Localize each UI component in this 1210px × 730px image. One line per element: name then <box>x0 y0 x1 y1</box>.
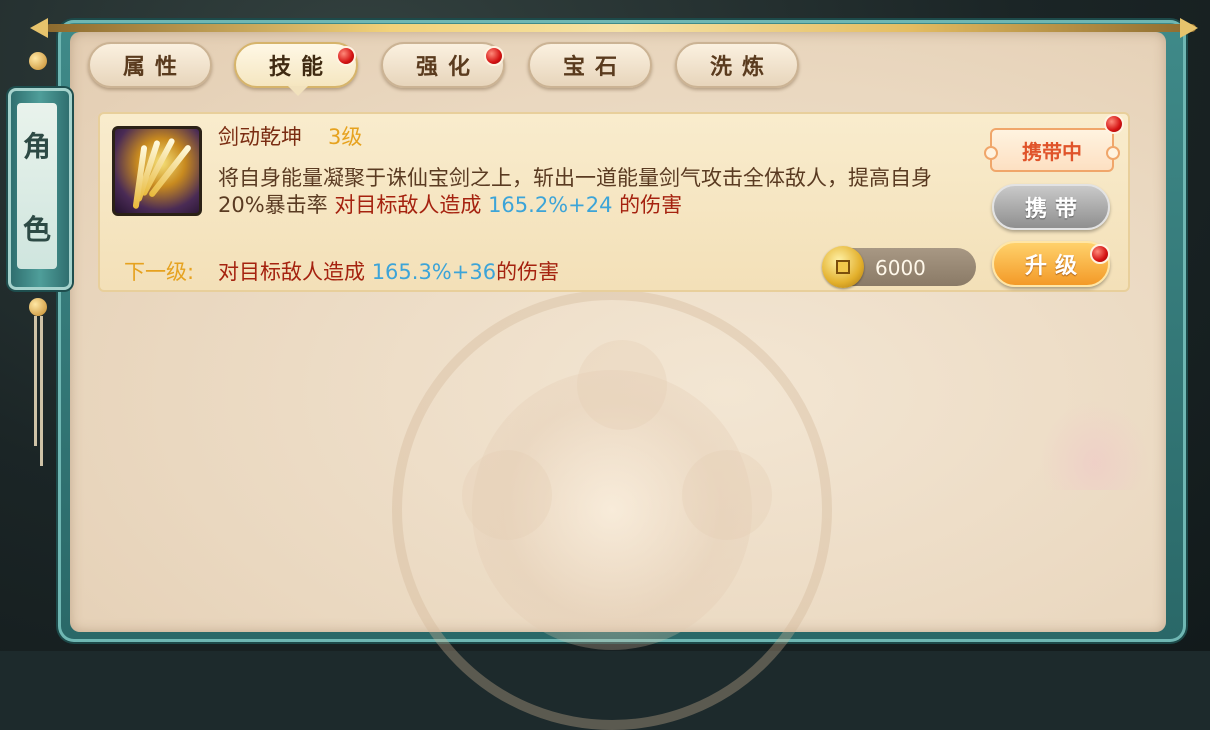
tab-label: 洗炼 <box>709 55 774 80</box>
skill-name: 剑动乾坤 <box>218 125 302 149</box>
desc-value: 165.2%+24 <box>488 193 613 217</box>
tassel <box>34 316 37 446</box>
badge-label: 携带中 <box>1022 139 1082 164</box>
role-tab-inner: 角 色 <box>17 103 57 269</box>
decorative-medallion <box>392 290 832 730</box>
next-effect: 对目标敌人造成 <box>218 260 365 284</box>
skill-level: 3级 <box>328 125 363 149</box>
gold-coin-icon <box>822 246 864 288</box>
upgrade-button-label: 升级 <box>1024 254 1085 279</box>
notification-dot <box>484 46 504 66</box>
notification-dot <box>336 46 356 66</box>
tab-label: 技能 <box>268 55 333 80</box>
role-tab[interactable]: 角 色 <box>8 88 72 290</box>
sword-energy-icon[interactable] <box>112 126 202 216</box>
cost-value: 6000 <box>875 256 926 280</box>
next-suffix: 的伤害 <box>496 260 560 284</box>
tab-label: 宝石 <box>562 55 627 80</box>
coin-hole <box>836 260 850 274</box>
tab-label: 强化 <box>415 55 480 80</box>
next-level-label: 下一级: <box>124 260 195 284</box>
next-level-effect: 对目标敌人造成 165.3%+36的伤害 <box>218 256 559 286</box>
desc-suffix: 的伤害 <box>619 193 683 217</box>
carry-button-label: 携带 <box>1024 197 1085 222</box>
lotus-decoration <box>1040 400 1150 490</box>
tab-label: 属性 <box>122 55 187 80</box>
gold-top-bar <box>46 24 1196 32</box>
next-value: 165.3%+36 <box>371 260 497 284</box>
tab-gems[interactable]: 宝石 <box>528 42 652 88</box>
skill-description: 将自身能量凝聚于诛仙宝剑之上，斩出一道能量剑气攻击全体敌人，提高自身20%暴击率… <box>218 165 978 219</box>
carry-button[interactable]: 携带 <box>992 184 1110 230</box>
medallion-petal <box>462 450 552 540</box>
tag-knot-top <box>29 52 47 70</box>
tab-refine[interactable]: 洗炼 <box>675 42 799 88</box>
gold-tip-left <box>30 18 48 38</box>
tag-knot-bottom <box>29 298 47 316</box>
notification-dot <box>1104 114 1124 134</box>
carrying-badge: 携带中 <box>984 128 1120 172</box>
desc-effect: 对目标敌人造成 <box>334 193 482 217</box>
gold-tip-right <box>1180 18 1198 38</box>
role-tab-char: 角 <box>22 129 51 163</box>
role-tab-char: 色 <box>22 212 51 246</box>
notification-dot <box>1090 244 1110 264</box>
medallion-petal <box>682 450 772 540</box>
tab-attributes[interactable]: 属性 <box>88 42 212 88</box>
active-tab-indicator <box>288 86 308 96</box>
medallion-petal <box>577 340 667 430</box>
tassel <box>40 316 43 466</box>
